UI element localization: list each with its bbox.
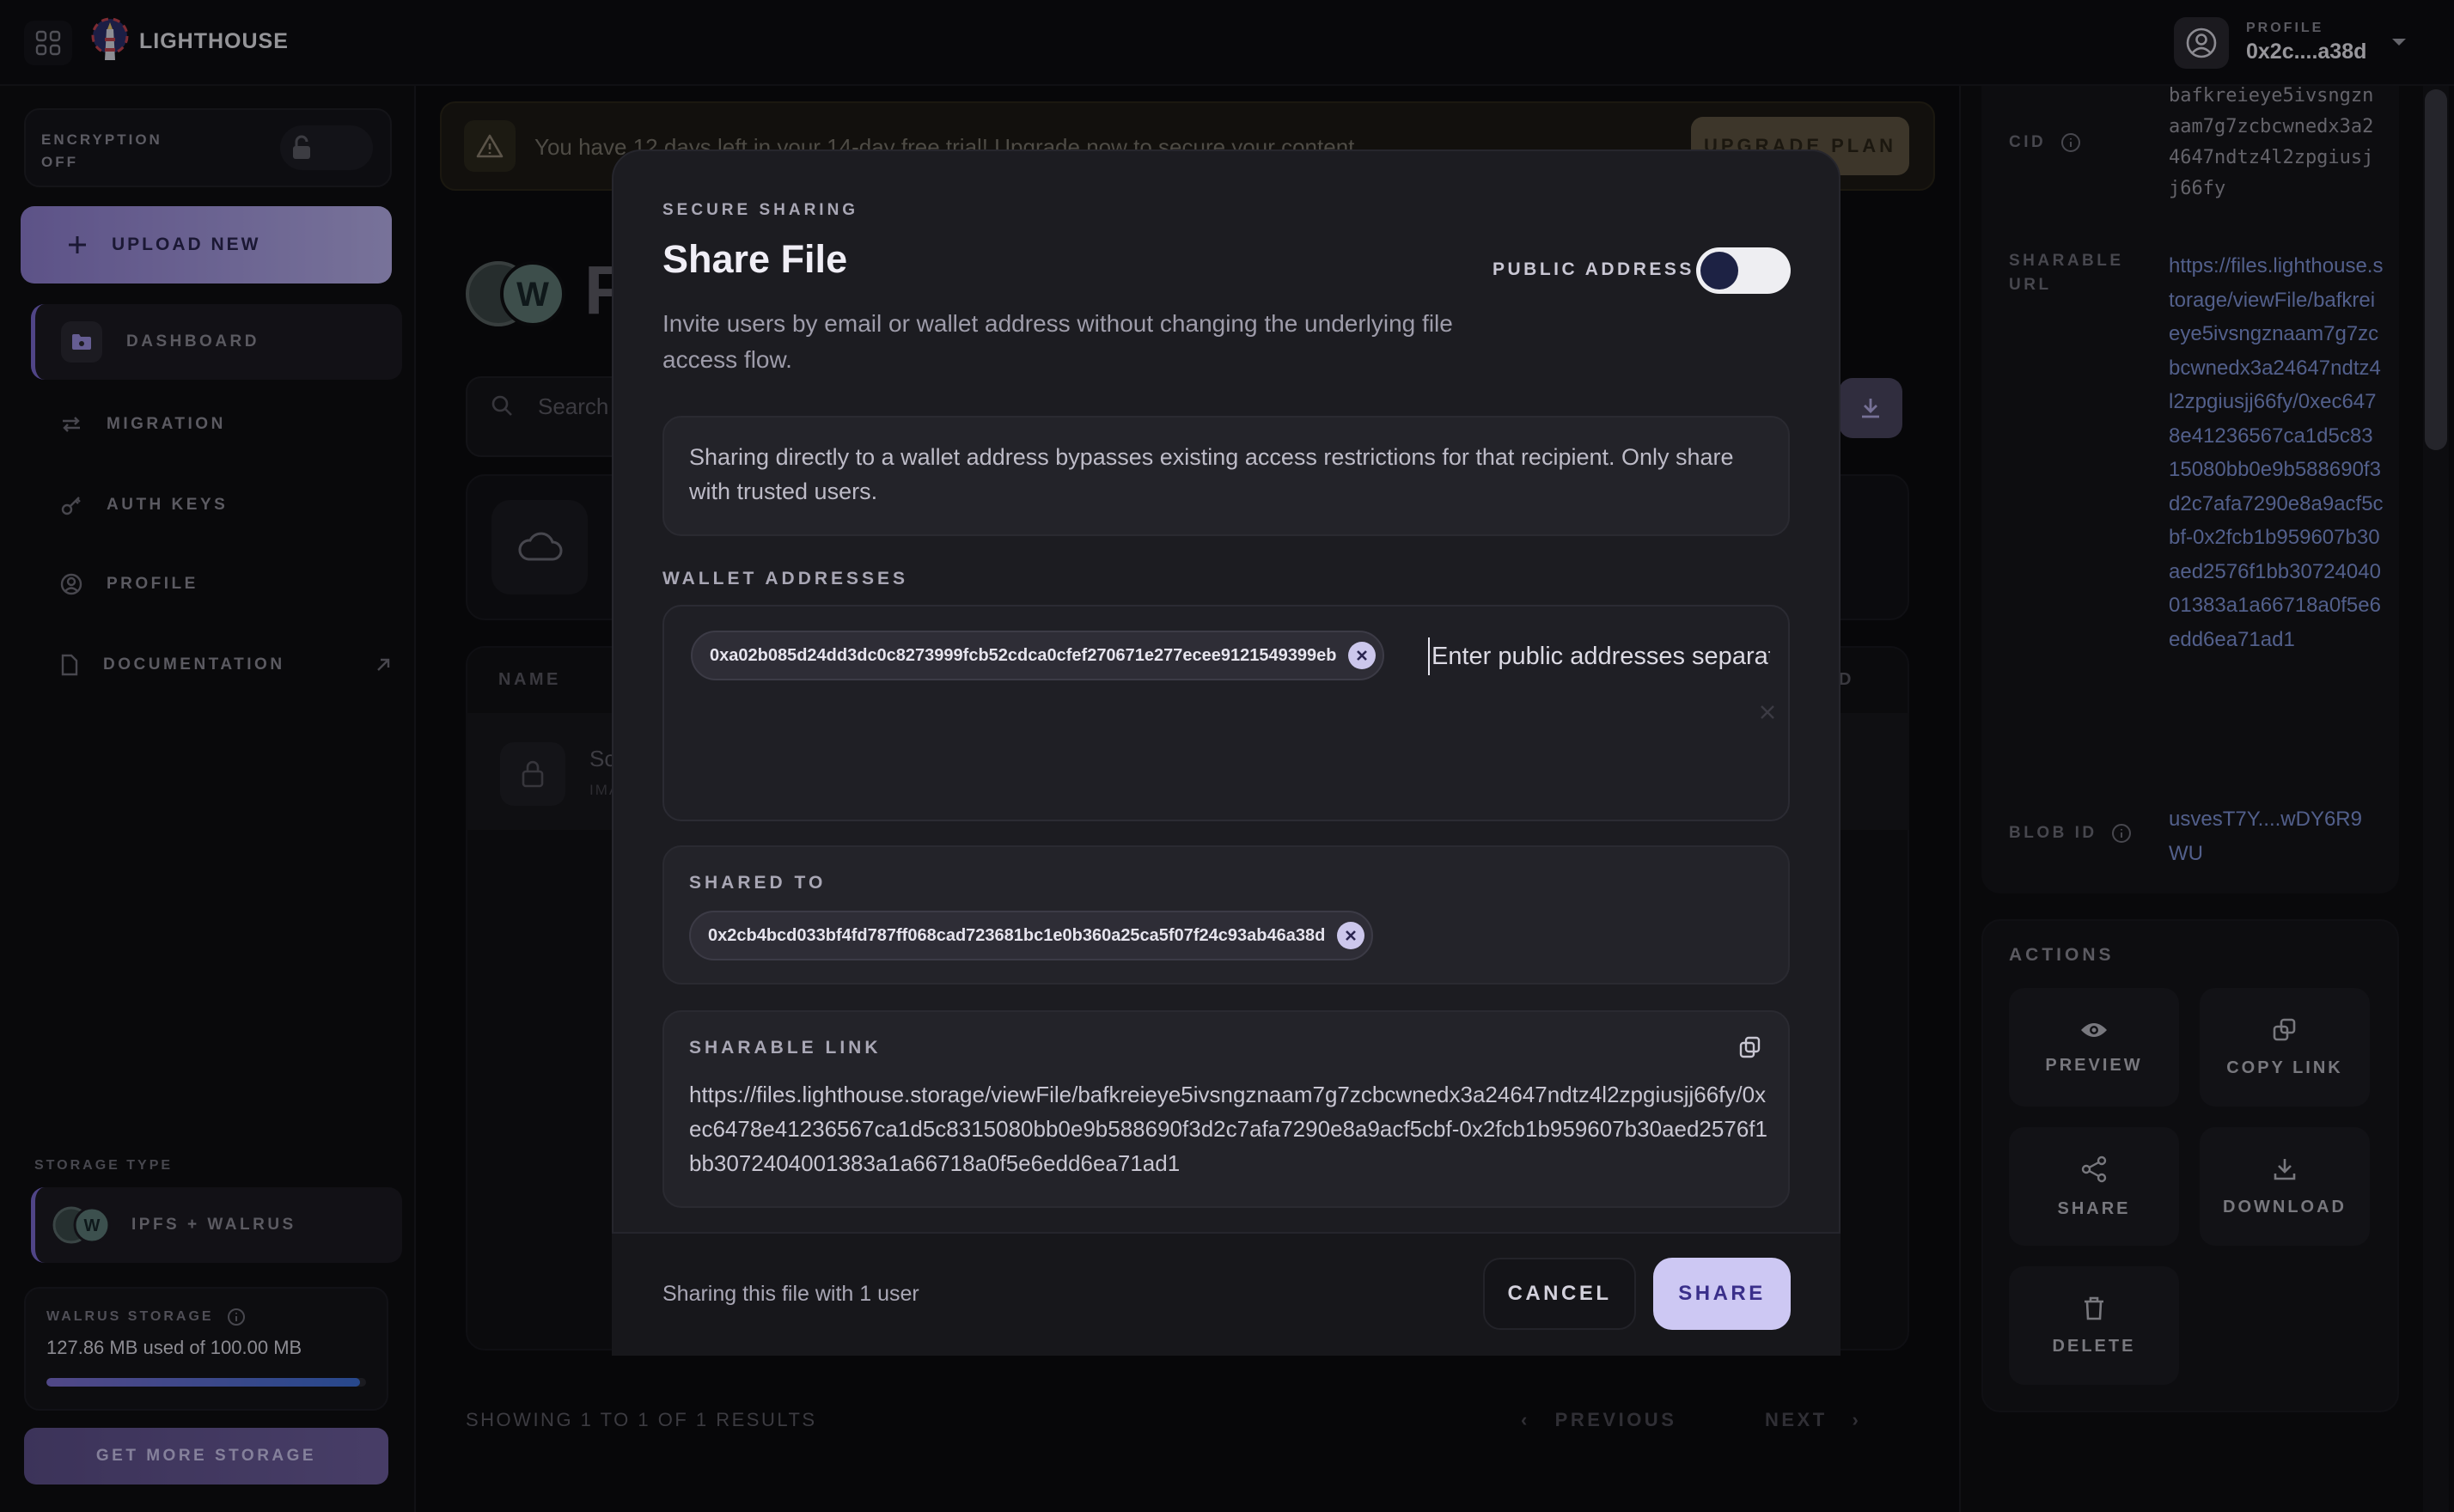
share-button[interactable]: SHARE bbox=[1653, 1258, 1791, 1330]
sharable-link-value[interactable]: https://files.lighthouse.storage/viewFil… bbox=[689, 1077, 1770, 1180]
close-icon bbox=[1346, 930, 1357, 941]
sharable-link-label: SHARABLE LINK bbox=[689, 1038, 882, 1058]
modal-title: Share File bbox=[662, 237, 848, 281]
cancel-button[interactable]: CANCEL bbox=[1483, 1258, 1636, 1330]
revoke-share-button[interactable] bbox=[1337, 922, 1365, 949]
shared-address-chip-text: 0x2cb4bcd033bf4fd787ff068cad723681bc1e0b… bbox=[708, 925, 1326, 945]
copy-link-icon[interactable] bbox=[1737, 1034, 1763, 1060]
warning-text: Sharing directly to a wallet address byp… bbox=[689, 444, 1734, 504]
share-count-note: Sharing this file with 1 user bbox=[662, 1282, 919, 1306]
clear-icon[interactable] bbox=[1758, 703, 1777, 722]
close-icon bbox=[1357, 650, 1368, 661]
wallet-address-chip-text: 0xa02b085d24dd3dc0c8273999fcb52cdca0cfef… bbox=[710, 645, 1337, 665]
modal-description: Invite users by email or wallet address … bbox=[662, 310, 1453, 373]
wallet-address-input[interactable] bbox=[1428, 637, 1770, 675]
public-address-label: PUBLIC ADDRESS bbox=[1493, 259, 1694, 279]
public-address-toggle-knob[interactable] bbox=[1700, 252, 1738, 290]
shared-address-chip: 0x2cb4bcd033bf4fd787ff068cad723681bc1e0b… bbox=[689, 911, 1374, 960]
shared-to-label: SHARED TO bbox=[689, 873, 827, 893]
remove-chip-button[interactable] bbox=[1348, 642, 1377, 669]
wallet-address-chip: 0xa02b085d24dd3dc0c8273999fcb52cdca0cfef… bbox=[691, 631, 1385, 680]
modal-eyebrow: SECURE SHARING bbox=[662, 201, 859, 219]
wallet-addresses-label: WALLET ADDRESSES bbox=[662, 569, 909, 588]
